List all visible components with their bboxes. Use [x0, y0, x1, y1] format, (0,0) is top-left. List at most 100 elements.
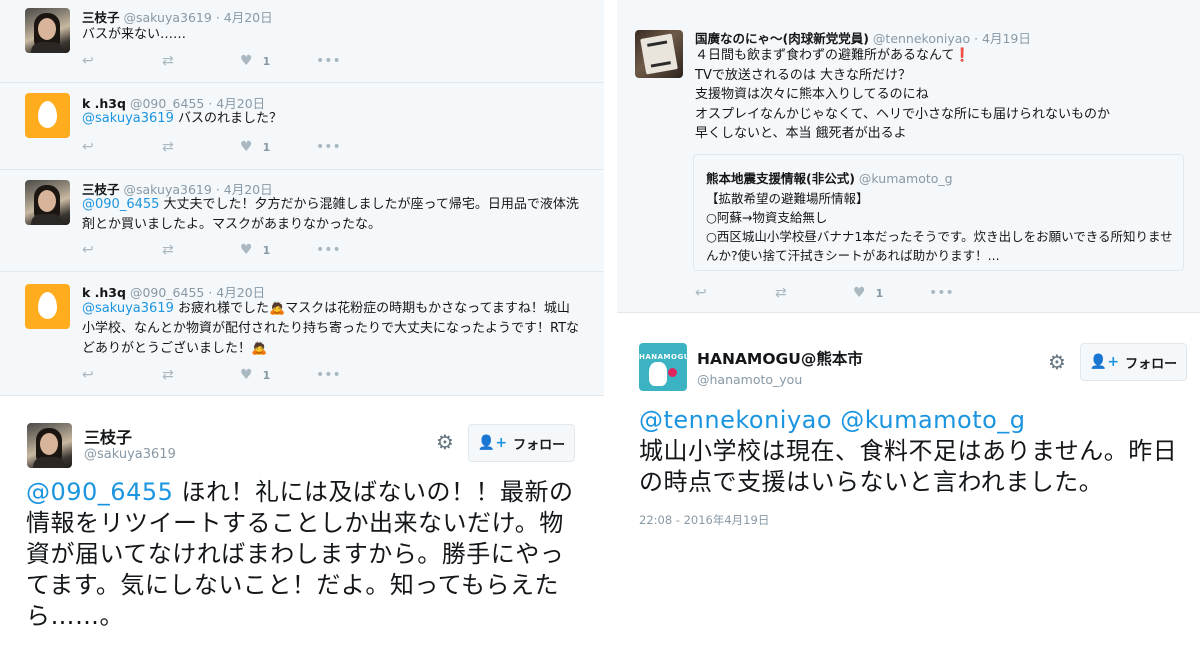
user-avatar[interactable]: HANAMOGU [639, 343, 687, 391]
tweet-text: @090_6455 大丈夫でした！夕方だから混雑しましたが座って帰宅。日用品で液… [82, 195, 582, 235]
user-handle[interactable]: @hanamoto_you [697, 372, 802, 387]
tweet-body: バスのれました？ [173, 111, 282, 126]
gear-icon[interactable]: ⚙ [436, 430, 454, 454]
reply-icon: ↩ [82, 242, 94, 258]
like-button[interactable]: ♥ 1 [240, 242, 270, 258]
like-count: 1 [262, 54, 271, 68]
heart-icon: ♥ [853, 285, 866, 301]
heart-icon: ♥ [240, 53, 253, 69]
retweet-button[interactable]: ⇄ [162, 53, 174, 69]
like-button[interactable]: ♥ 1 [240, 139, 270, 155]
more-icon: ••• [929, 285, 954, 301]
user-name[interactable]: HANAMOGU@熊本市 [697, 347, 863, 369]
mention-link[interactable]: @sakuya3619 [82, 301, 174, 316]
tweet-text: @sakuya3619 お疲れ様でした🙇マスクは花粉症の時期もかさなってますね！… [82, 299, 582, 359]
like-count: 1 [262, 368, 271, 382]
follow-label: フォロー [513, 437, 566, 453]
retweet-button[interactable]: ⇄ [162, 367, 174, 383]
reply-button[interactable]: ↩ [695, 285, 707, 301]
more-button[interactable]: ••• [929, 285, 954, 301]
tweet-body: バスが来ない…… [82, 27, 187, 42]
more-button[interactable]: ••• [316, 367, 341, 383]
more-button[interactable]: ••• [316, 139, 341, 155]
gear-icon[interactable]: ⚙ [1048, 350, 1066, 374]
reply-icon: ↩ [695, 285, 707, 301]
more-icon: ••• [316, 139, 341, 155]
follow-person-icon: 👤+ [1089, 354, 1120, 370]
retweet-icon: ⇄ [162, 53, 174, 69]
exclamation-icon: ❗ [954, 48, 971, 63]
like-count: 1 [875, 286, 884, 300]
user-avatar[interactable] [25, 8, 70, 53]
focused-tweet: HANAMOGU HANAMOGU@熊本市 @hanamoto_you ⚙ 👤+… [617, 314, 1200, 649]
reply-tweet[interactable]: 三枝子 @sakuya3619 · 4月20日 @090_6455 大丈夫でした… [0, 170, 604, 272]
tweet-text: @sakuya3619 バスのれました？ [82, 109, 582, 129]
tweet-body: 城山小学校は現在、食料不足はありません。昨日の時点で支援はいらないと言われました… [639, 437, 1178, 496]
mention-link[interactable]: @090_6455 [26, 478, 173, 506]
user-avatar[interactable] [25, 284, 70, 329]
follow-button[interactable]: 👤+ フォロー [468, 424, 575, 462]
quote-user-handle[interactable]: @kumamoto_g [859, 171, 953, 186]
follow-person-icon: 👤+ [477, 435, 508, 451]
focused-tweet: 三枝子 @sakuya3619 ⚙ 👤+ フォロー @090_6455 ほれ！礼… [0, 396, 604, 649]
retweet-icon: ⇄ [162, 242, 174, 258]
retweet-button[interactable]: ⇄ [162, 242, 174, 258]
quote-header: 熊本地震支援情報(非公式) @kumamoto_g [706, 168, 953, 187]
tweet-date[interactable]: · 4月20日 [216, 10, 273, 25]
more-button[interactable]: ••• [316, 53, 341, 69]
like-count: 1 [262, 243, 271, 257]
user-avatar[interactable] [635, 30, 683, 78]
right-conversation-panel: 国廣なのにゃ〜(肉球新党党員) @tennekoniyao · 4月19日 ４日… [617, 0, 1200, 649]
user-avatar[interactable] [25, 180, 70, 225]
reply-tweet[interactable]: 三枝子 @sakuya3619 · 4月20日 バスが来ない…… ↩ ⇄ ♥ 1 … [0, 0, 604, 83]
reply-button[interactable]: ↩ [82, 242, 94, 258]
tweet-text: バスが来ない…… [82, 25, 582, 45]
user-name[interactable]: k .h3q [82, 285, 126, 300]
mention-link[interactable]: @sakuya3619 [82, 111, 174, 126]
reply-button[interactable]: ↩ [82, 53, 94, 69]
reply-icon: ↩ [82, 139, 94, 155]
reply-icon: ↩ [82, 53, 94, 69]
user-avatar[interactable] [25, 93, 70, 138]
left-conversation-panel: 三枝子 @sakuya3619 · 4月20日 バスが来ない…… ↩ ⇄ ♥ 1 … [0, 0, 604, 649]
tweet-date[interactable]: · 4月20日 [208, 285, 265, 300]
like-button[interactable]: ♥ 1 [240, 367, 270, 383]
more-button[interactable]: ••• [316, 242, 341, 258]
tweet-timestamp[interactable]: 22:08 - 2016年4月19日 [639, 512, 769, 528]
reply-button[interactable]: ↩ [82, 367, 94, 383]
user-handle[interactable]: @sakuya3619 [124, 10, 212, 25]
reply-button[interactable]: ↩ [82, 139, 94, 155]
like-button[interactable]: ♥ 1 [240, 53, 270, 69]
reply-tweet[interactable]: k .h3q @090_6455 · 4月20日 @sakuya3619 バスの… [0, 83, 604, 170]
mention-link[interactable]: @090_6455 [82, 197, 159, 212]
tweet-body: TVで放送されるのは 大きな所だけ？ 支援物資は次々に熊本入りしてるのにね オス… [695, 67, 1110, 142]
reply-icon: ↩ [82, 367, 94, 383]
tweet-date[interactable]: · 4月19日 [974, 31, 1031, 46]
user-handle[interactable]: @tennekoniyao [873, 31, 970, 46]
user-name[interactable]: 三枝子 [84, 424, 132, 448]
follow-button[interactable]: 👤+ フォロー [1080, 343, 1187, 381]
heart-icon: ♥ [240, 242, 253, 258]
quote-user-name[interactable]: 熊本地震支援情報(非公式) [706, 171, 855, 186]
tweet-text: ４日間も飲まず食わずの避難所があるなんて❗ TVで放送されるのは 大きな所だけ？… [695, 46, 1185, 144]
quote-text: 【拡散希望の避難場所情報】 ○阿蘇→物資支給無し ○西区城山小学校昼バナナ1本だ… [706, 191, 1173, 263]
tweet-header: 三枝子 @sakuya3619 · 4月20日 [82, 7, 273, 26]
retweet-icon: ⇄ [162, 139, 174, 155]
user-avatar[interactable] [27, 423, 72, 468]
user-handle[interactable]: @090_6455 [130, 285, 204, 300]
tweet-body-line1: ４日間も飲まず食わずの避難所があるなんて [695, 48, 955, 63]
user-name[interactable]: 三枝子 [82, 10, 120, 25]
tweet-text: @tennekoniyao @kumamoto_g 城山小学校は現在、食料不足は… [639, 405, 1184, 498]
like-button[interactable]: ♥ 1 [853, 285, 883, 301]
tweet-header: 国廣なのにゃ〜(肉球新党党員) @tennekoniyao · 4月19日 [695, 28, 1031, 47]
retweet-icon: ⇄ [162, 367, 174, 383]
user-name[interactable]: 国廣なのにゃ〜(肉球新党党員) [695, 31, 869, 46]
more-icon: ••• [316, 367, 341, 383]
reply-tweet[interactable]: k .h3q @090_6455 · 4月20日 @sakuya3619 お疲れ… [0, 272, 604, 396]
reply-tweet[interactable]: 国廣なのにゃ〜(肉球新党党員) @tennekoniyao · 4月19日 ４日… [617, 0, 1200, 313]
retweet-button[interactable]: ⇄ [775, 285, 787, 301]
user-handle[interactable]: @sakuya3619 [84, 447, 176, 462]
mention-link[interactable]: @tennekoniyao @kumamoto_g [639, 405, 1184, 436]
retweet-button[interactable]: ⇄ [162, 139, 174, 155]
quoted-tweet[interactable]: 熊本地震支援情報(非公式) @kumamoto_g 【拡散希望の避難場所情報】 … [693, 154, 1184, 271]
